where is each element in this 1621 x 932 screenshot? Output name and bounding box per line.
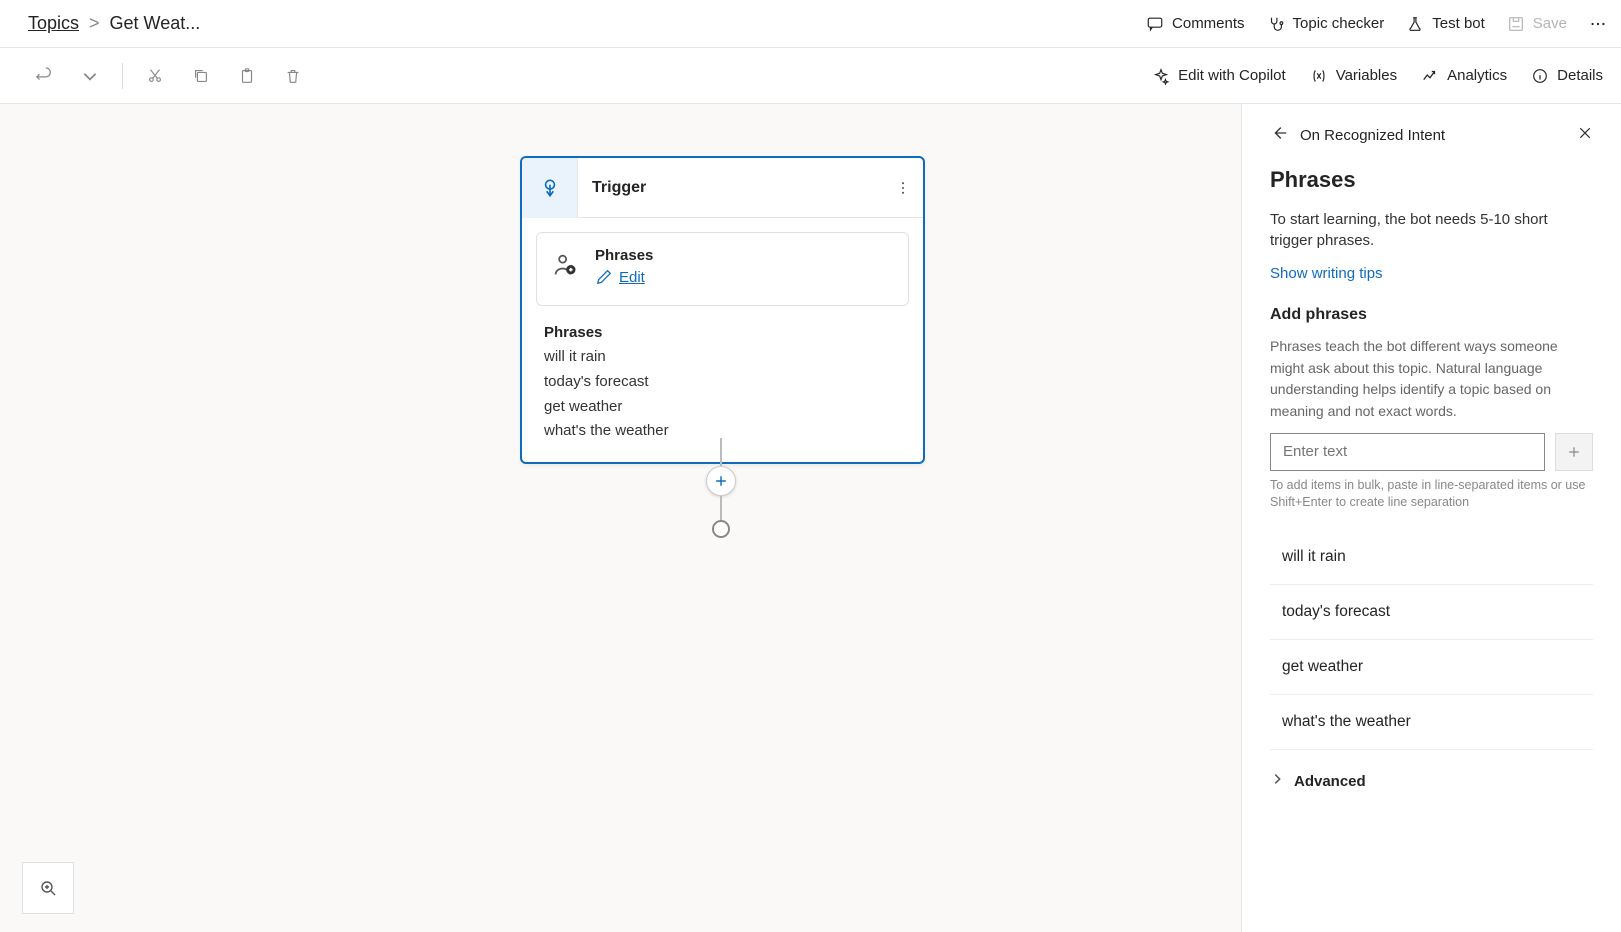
breadcrumb-current: Get Weat... [110, 13, 201, 34]
advanced-label: Advanced [1294, 773, 1366, 790]
comments-button[interactable]: Comments [1146, 15, 1245, 33]
trash-icon [284, 67, 302, 85]
edit-phrases-link[interactable]: Edit [595, 268, 645, 286]
zoom-fit-button[interactable] [22, 862, 74, 914]
chevron-down-icon [81, 67, 99, 85]
phrases-card: Phrases Edit [536, 232, 909, 306]
paste-button[interactable] [231, 60, 263, 92]
details-panel: On Recognized Intent Phrases To start le… [1241, 104, 1621, 932]
node-phrase: will it rain [544, 345, 901, 370]
sparkle-icon [1152, 67, 1170, 85]
variables-label: Variables [1336, 67, 1397, 84]
analytics-label: Analytics [1447, 67, 1507, 84]
node-phrase: get weather [544, 395, 901, 420]
test-bot-label: Test bot [1432, 15, 1485, 32]
add-phrase-button[interactable] [1555, 433, 1593, 471]
phrase-list-item[interactable]: will it rain [1270, 530, 1593, 585]
cut-icon [146, 67, 164, 85]
analytics-button[interactable]: Analytics [1421, 67, 1507, 85]
chevron-right-icon [1270, 772, 1284, 791]
flask-icon [1406, 15, 1424, 33]
add-node-button[interactable] [706, 466, 736, 496]
phrase-input[interactable] [1270, 433, 1545, 471]
phrases-card-title: Phrases [595, 247, 894, 264]
node-phrase: today's forecast [544, 370, 901, 395]
topic-checker-label: Topic checker [1293, 15, 1385, 32]
panel-description: To start learning, the bot needs 5-10 sh… [1270, 209, 1593, 251]
trigger-node[interactable]: Trigger Phrases Edit [520, 156, 925, 464]
test-bot-button[interactable]: Test bot [1406, 15, 1485, 33]
node-phrase: what's the weather [544, 419, 901, 444]
variables-icon [1310, 67, 1328, 85]
pencil-icon [595, 268, 613, 286]
edit-with-copilot-button[interactable]: Edit with Copilot [1152, 67, 1286, 85]
phrase-list-item[interactable]: get weather [1270, 640, 1593, 695]
breadcrumb-root[interactable]: Topics [28, 13, 79, 34]
save-icon [1507, 15, 1525, 33]
advanced-toggle[interactable]: Advanced [1270, 750, 1593, 791]
stethoscope-icon [1267, 15, 1285, 33]
cut-button[interactable] [139, 60, 171, 92]
authoring-canvas[interactable]: Trigger Phrases Edit [0, 104, 1241, 932]
details-button[interactable]: Details [1531, 67, 1603, 85]
more-horizontal-icon [1589, 15, 1607, 33]
bulk-hint: To add items in bulk, paste in line-sepa… [1270, 477, 1593, 512]
copy-button[interactable] [185, 60, 217, 92]
comment-icon [1146, 15, 1164, 33]
add-phrases-help: Phrases teach the bot different ways som… [1270, 336, 1593, 423]
undo-button[interactable] [28, 60, 60, 92]
paste-icon [238, 67, 256, 85]
panel-header-title: On Recognized Intent [1300, 127, 1565, 144]
undo-icon [35, 67, 53, 85]
analytics-icon [1421, 67, 1439, 85]
phrase-list-item[interactable]: what's the weather [1270, 695, 1593, 750]
node-more-button[interactable] [883, 158, 923, 218]
end-node [712, 520, 730, 538]
copy-icon [192, 67, 210, 85]
phrases-list-title: Phrases [544, 324, 901, 341]
add-phrases-heading: Add phrases [1270, 306, 1593, 324]
person-comment-icon [551, 251, 579, 279]
trigger-icon [522, 158, 578, 218]
undo-dropdown[interactable] [74, 60, 106, 92]
info-icon [1531, 67, 1549, 85]
phrase-list-item[interactable]: today's forecast [1270, 585, 1593, 640]
details-label: Details [1557, 67, 1603, 84]
back-button[interactable] [1270, 124, 1288, 147]
toolbar-separator [122, 63, 123, 89]
variables-button[interactable]: Variables [1310, 67, 1397, 85]
edit-copilot-label: Edit with Copilot [1178, 67, 1286, 84]
breadcrumb-separator: > [89, 13, 100, 34]
breadcrumb: Topics > Get Weat... [28, 13, 228, 34]
topic-checker-button[interactable]: Topic checker [1267, 15, 1385, 33]
close-panel-button[interactable] [1577, 125, 1593, 146]
node-title: Trigger [578, 179, 883, 197]
edit-label: Edit [619, 269, 645, 286]
writing-tips-link[interactable]: Show writing tips [1270, 265, 1383, 282]
delete-button[interactable] [277, 60, 309, 92]
panel-title: Phrases [1270, 167, 1593, 193]
more-button[interactable] [1589, 15, 1607, 33]
save-label: Save [1533, 15, 1567, 32]
comments-label: Comments [1172, 15, 1245, 32]
save-button[interactable]: Save [1507, 15, 1567, 33]
phrase-list: will it rain today's forecast get weathe… [1270, 530, 1593, 750]
